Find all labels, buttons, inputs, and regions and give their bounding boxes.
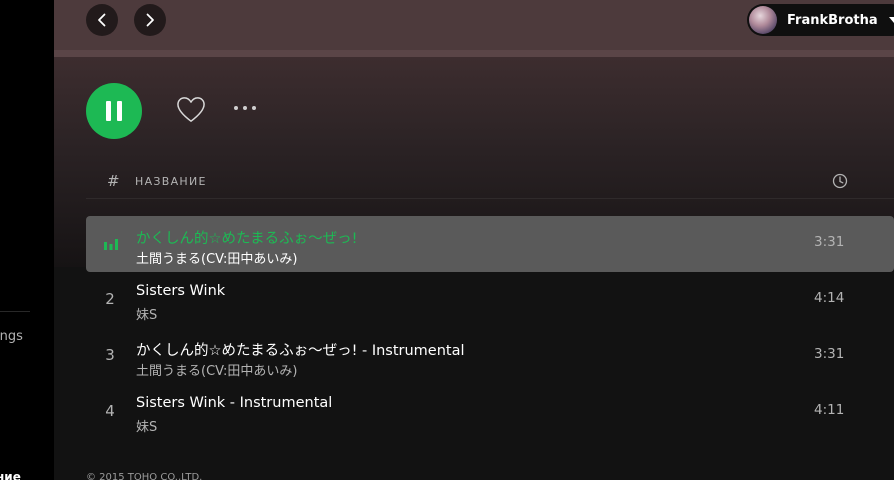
heart-icon — [177, 97, 205, 122]
track-artist[interactable]: 土間うまる(CV:田中あいみ) — [136, 248, 297, 267]
more-options-button[interactable] — [232, 100, 260, 120]
track-number: 3 — [105, 346, 115, 364]
track-duration: 4:14 — [814, 290, 845, 306]
chevron-right-icon — [146, 13, 154, 27]
back-button[interactable] — [86, 4, 118, 36]
copyright-text: © 2015 TOHO CO.,LTD. — [86, 472, 203, 480]
track-number: 2 — [105, 290, 115, 308]
track-artist[interactable]: 土間うまる(CV:田中あいみ) — [136, 360, 297, 379]
more-icon — [234, 106, 256, 110]
track-duration: 3:31 — [814, 346, 845, 362]
username: FrankBrotha — [787, 12, 878, 28]
table-row[interactable]: 2 Sisters Wink 妹S 4:14 — [86, 272, 894, 328]
chevron-left-icon — [98, 13, 106, 27]
track-duration: 3:31 — [814, 234, 845, 250]
track-duration: 4:11 — [814, 402, 845, 418]
user-menu-button[interactable]: FrankBrotha — [747, 4, 894, 36]
track-title: かくしん的☆めたまるふぉ〜ぜっ! — [136, 231, 358, 247]
caret-down-icon — [888, 17, 894, 23]
clock-icon — [832, 173, 848, 189]
sidebar-bottom-label[interactable]: ние — [0, 470, 21, 480]
column-title[interactable]: НАЗВАНИЕ — [135, 175, 207, 188]
equalizer-icon — [104, 239, 118, 250]
column-number: # — [107, 172, 120, 190]
sidebar-item-settings[interactable]: ings — [0, 329, 23, 344]
track-title: Sisters Wink - Instrumental — [136, 395, 333, 411]
track-title: かくしん的☆めたまるふぉ〜ぜっ! - Instrumental — [136, 343, 465, 359]
avatar — [749, 6, 777, 34]
track-number: 4 — [105, 402, 115, 420]
forward-button[interactable] — [134, 4, 166, 36]
track-artist[interactable]: 妹S — [136, 416, 157, 435]
track-artist[interactable]: 妹S — [136, 304, 157, 323]
pause-button[interactable] — [86, 83, 142, 139]
tracklist-header: # НАЗВАНИЕ — [86, 170, 894, 199]
sidebar-divider — [0, 311, 30, 312]
table-row[interactable]: かくしん的☆めたまるふぉ〜ぜっ! 土間うまる(CV:田中あいみ) 3:31 — [86, 216, 894, 272]
header-band — [54, 50, 894, 57]
sidebar: ings ние — [0, 0, 54, 480]
table-row[interactable]: 3 かくしん的☆めたまるふぉ〜ぜっ! - Instrumental 土間うまる(… — [86, 328, 894, 384]
like-button[interactable] — [176, 96, 206, 128]
track-title: Sisters Wink — [136, 283, 226, 299]
table-row[interactable]: 4 Sisters Wink - Instrumental 妹S 4:11 — [86, 384, 894, 440]
pause-icon — [106, 101, 122, 121]
main-view: FrankBrotha # НАЗВАНИЕ かくしん的☆めたまるふぉ〜ぜっ! … — [54, 0, 894, 480]
